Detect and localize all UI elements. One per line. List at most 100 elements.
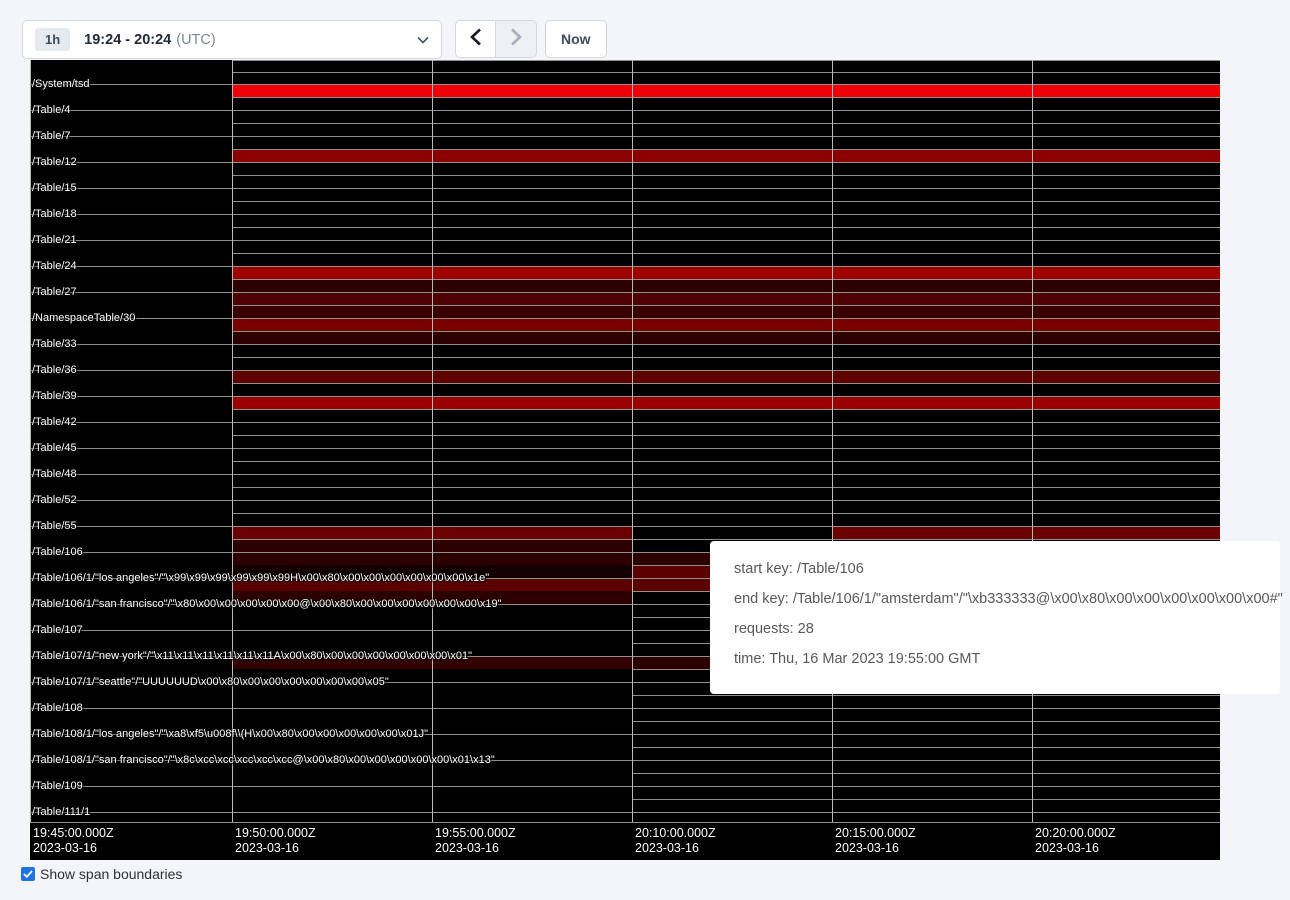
heatmap-cell[interactable] — [632, 305, 832, 318]
heatmap-cell[interactable] — [632, 383, 832, 396]
heatmap-cell[interactable] — [632, 760, 832, 773]
heatmap-row[interactable] — [30, 214, 1220, 227]
heatmap-cell[interactable] — [432, 60, 632, 72]
heatmap-cell[interactable] — [832, 253, 1032, 266]
heatmap-cell[interactable] — [1032, 292, 1220, 305]
heatmap-cell[interactable] — [232, 162, 432, 175]
heatmap-cell[interactable] — [432, 370, 632, 383]
heatmap-row[interactable] — [30, 110, 1220, 123]
heatmap-cell[interactable] — [832, 305, 1032, 318]
heatmap-cell[interactable] — [432, 773, 632, 786]
heatmap-cell[interactable] — [232, 474, 432, 487]
heatmap-cell[interactable] — [1032, 357, 1220, 370]
heatmap-cell[interactable] — [632, 708, 832, 721]
heatmap-cell[interactable] — [832, 331, 1032, 344]
heatmap-cell[interactable] — [232, 214, 432, 227]
heatmap-cell[interactable] — [632, 812, 832, 822]
heatmap-cell[interactable] — [632, 318, 832, 331]
heatmap-row[interactable] — [30, 396, 1220, 409]
heatmap-cell[interactable] — [632, 422, 832, 435]
heatmap-cell[interactable] — [232, 448, 432, 461]
heatmap-cell[interactable] — [632, 357, 832, 370]
heatmap-row[interactable] — [30, 331, 1220, 344]
heatmap-cell[interactable] — [232, 708, 432, 721]
heatmap-cell[interactable] — [832, 448, 1032, 461]
heatmap-cell[interactable] — [232, 513, 432, 526]
heatmap-cell[interactable] — [832, 149, 1032, 162]
heatmap-row[interactable] — [30, 136, 1220, 149]
heatmap-cell[interactable] — [232, 773, 432, 786]
heatmap-cell[interactable] — [432, 136, 632, 149]
heatmap-cell[interactable] — [1032, 500, 1220, 513]
heatmap-cell[interactable] — [632, 72, 832, 84]
heatmap-cell[interactable] — [832, 734, 1032, 747]
heatmap-cell[interactable] — [432, 227, 632, 240]
heatmap-cell[interactable] — [1032, 162, 1220, 175]
heatmap-cell[interactable] — [1032, 97, 1220, 110]
heatmap-cell[interactable] — [632, 734, 832, 747]
heatmap-cell[interactable] — [1032, 799, 1220, 812]
heatmap-row[interactable] — [30, 435, 1220, 448]
heatmap-cell[interactable] — [432, 396, 632, 409]
heatmap-cell[interactable] — [832, 383, 1032, 396]
heatmap-cell[interactable] — [1032, 331, 1220, 344]
heatmap-cell[interactable] — [832, 513, 1032, 526]
heatmap-cell[interactable] — [232, 292, 432, 305]
heatmap-cell[interactable] — [432, 721, 632, 734]
heatmap-cell[interactable] — [632, 214, 832, 227]
heatmap-cell[interactable] — [1032, 786, 1220, 799]
heatmap-cell[interactable] — [432, 331, 632, 344]
heatmap-cell[interactable] — [632, 695, 832, 708]
heatmap-cell[interactable] — [832, 175, 1032, 188]
heatmap-row[interactable] — [30, 526, 1220, 539]
heatmap-cell[interactable] — [1032, 422, 1220, 435]
time-range-selector[interactable]: 1h 19:24 - 20:24 (UTC) — [22, 20, 442, 59]
heatmap-cell[interactable] — [232, 344, 432, 357]
heatmap-cell[interactable] — [232, 240, 432, 253]
heatmap-row[interactable] — [30, 461, 1220, 474]
heatmap-cell[interactable] — [432, 630, 632, 643]
heatmap-cell[interactable] — [632, 201, 832, 214]
heatmap-cell[interactable] — [832, 84, 1032, 97]
heatmap-cell[interactable] — [232, 136, 432, 149]
heatmap-cell[interactable] — [232, 695, 432, 708]
heatmap-cell[interactable] — [832, 747, 1032, 760]
heatmap-cell[interactable] — [1032, 136, 1220, 149]
heatmap-cell[interactable] — [832, 266, 1032, 279]
heatmap-row[interactable] — [30, 162, 1220, 175]
heatmap-row[interactable] — [30, 318, 1220, 331]
heatmap-row[interactable] — [30, 97, 1220, 110]
heatmap-cell[interactable] — [232, 357, 432, 370]
heatmap-row[interactable] — [30, 448, 1220, 461]
heatmap-cell[interactable] — [632, 110, 832, 123]
heatmap-cell[interactable] — [632, 799, 832, 812]
heatmap-cell[interactable] — [632, 435, 832, 448]
heatmap-cell[interactable] — [1032, 461, 1220, 474]
heatmap-row[interactable] — [30, 487, 1220, 500]
heatmap-cell[interactable] — [632, 253, 832, 266]
heatmap-row[interactable] — [30, 500, 1220, 513]
heatmap-row[interactable] — [30, 84, 1220, 97]
heatmap-row[interactable] — [30, 175, 1220, 188]
heatmap-cell[interactable] — [232, 409, 432, 422]
heatmap-cell[interactable] — [232, 422, 432, 435]
heatmap-cell[interactable] — [832, 123, 1032, 136]
heatmap-cells-area[interactable]: /System/tsd/Table/4/Table/7/Table/12/Tab… — [30, 60, 1220, 822]
heatmap-cell[interactable] — [632, 526, 832, 539]
heatmap-row[interactable] — [30, 60, 1220, 72]
heatmap-cell[interactable] — [632, 370, 832, 383]
heatmap-cell[interactable] — [232, 552, 432, 565]
heatmap-cell[interactable] — [432, 214, 632, 227]
heatmap-cell[interactable] — [832, 60, 1032, 72]
heatmap-cell[interactable] — [232, 786, 432, 799]
heatmap-cell[interactable] — [432, 617, 632, 630]
heatmap-cell[interactable] — [432, 474, 632, 487]
heatmap-cell[interactable] — [432, 97, 632, 110]
heatmap-cell[interactable] — [232, 539, 432, 552]
heatmap-cell[interactable] — [432, 292, 632, 305]
heatmap-cell[interactable] — [232, 266, 432, 279]
heatmap-cell[interactable] — [1032, 253, 1220, 266]
heatmap-cell[interactable] — [1032, 487, 1220, 500]
heatmap-row[interactable] — [30, 188, 1220, 201]
heatmap-cell[interactable] — [1032, 747, 1220, 760]
